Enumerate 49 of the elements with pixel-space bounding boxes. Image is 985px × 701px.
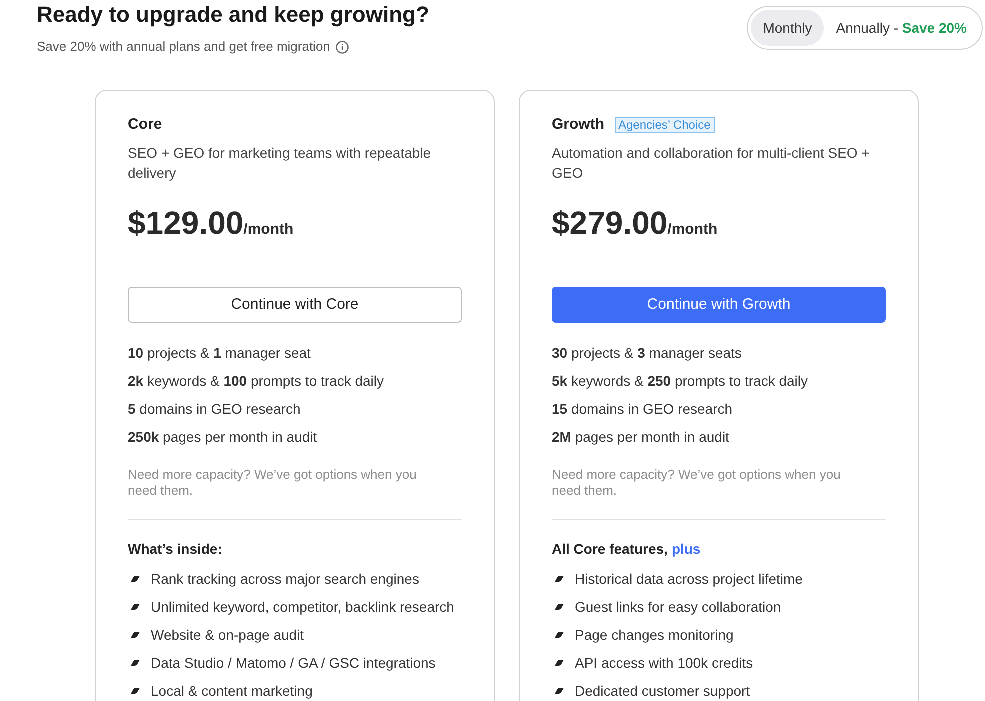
plan-limit: 30 projects & 3 manager seats (552, 344, 743, 363)
capacity-note: Need more capacity? We’ve got options when you need them. (128, 467, 418, 499)
info-icon (336, 40, 350, 54)
continue-button[interactable]: Continue with Growth (552, 287, 886, 323)
plan-name: Growth (552, 115, 604, 135)
plan-name: Core (128, 115, 162, 135)
features-heading: All Core features, (552, 540, 668, 559)
plus-link[interactable]: plus (672, 539, 701, 559)
feature-item: Website & on-page audit (151, 626, 304, 645)
bullet-icon (555, 660, 564, 666)
bullet-icon (131, 576, 140, 582)
features-heading: What’s inside: (128, 540, 222, 559)
price-period: /month (668, 220, 718, 240)
bullet-icon (131, 660, 140, 666)
bullet-icon (131, 632, 140, 638)
bullet-icon (131, 688, 140, 694)
plan-description: SEO + GEO for marketing teams with repeatable delivery (128, 144, 432, 183)
feature-item: Guest links for easy collaboration (575, 598, 782, 617)
billing-option[interactable]: Annually - Save 20% (824, 10, 979, 46)
plan-badge: Agencies’ Choice (614, 117, 715, 133)
plan-limit: 10 projects & 1 manager seat (128, 344, 312, 363)
plan-limit: 2M pages per month in audit (552, 428, 730, 447)
plan-price: $279.00 (552, 204, 668, 243)
bullet-icon (555, 632, 564, 638)
bullet-icon (555, 688, 564, 694)
plan-description: Automation and collaboration for multi-client SEO + GEO (552, 144, 871, 183)
plan-limit: 15 domains in GEO research (552, 400, 734, 419)
feature-item: Dedicated customer support (575, 682, 750, 701)
feature-item: Historical data across project lifetime (575, 570, 803, 589)
bullet-icon (555, 604, 564, 610)
plan-limit: 5 domains in GEO research (128, 400, 302, 419)
price-period: /month (244, 220, 294, 240)
feature-item: Rank tracking across major search engines (151, 570, 420, 589)
continue-button[interactable]: Continue with Core (128, 287, 462, 323)
page-title: Ready to upgrade and keep growing? (37, 1, 430, 29)
page-subtitle: Save 20% with annual plans and get free migration (37, 38, 330, 56)
plan-price: $129.00 (128, 204, 244, 243)
plan-limit: 2k keywords & 100 prompts to track daily (128, 372, 386, 391)
feature-item: Unlimited keyword, competitor, backlink research (151, 598, 454, 617)
feature-item: Page changes monitoring (575, 626, 734, 645)
plan-limit: 5k keywords & 250 prompts to track daily (552, 372, 810, 391)
capacity-note: Need more capacity? We’ve got options when you need them. (552, 467, 842, 499)
billing-option[interactable]: Monthly (751, 10, 824, 46)
feature-item: API access with 100k credits (575, 654, 754, 673)
feature-item: Local & content marketing (151, 682, 313, 701)
bullet-icon (131, 604, 140, 610)
feature-item: Data Studio / Matomo / GA / GSC integrations (151, 654, 436, 673)
bullet-icon (555, 576, 564, 582)
plan-limit: 250k pages per month in audit (128, 428, 318, 447)
